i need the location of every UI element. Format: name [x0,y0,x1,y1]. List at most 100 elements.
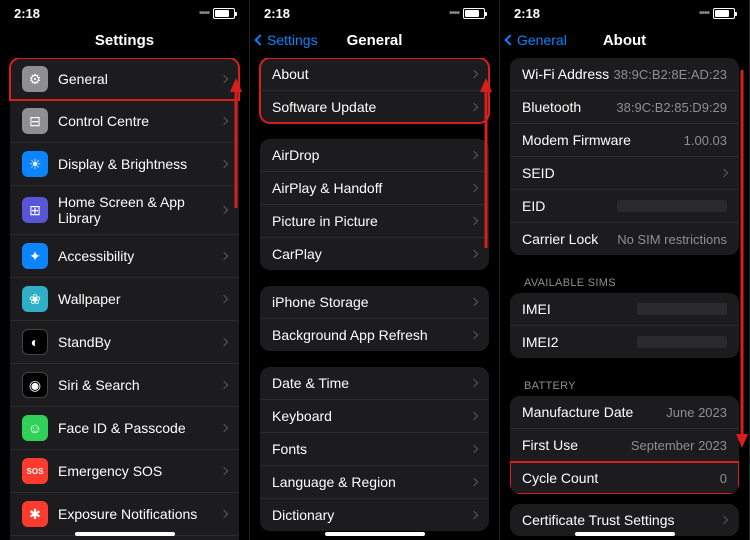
settings-group: ⊟ Control Centre ☀ Display & Brightness … [10,100,239,540]
chevron-right-icon [220,510,228,518]
battery-icon [713,8,735,19]
status-time: 2:18 [514,6,540,21]
chevron-right-icon [470,412,478,420]
row-bluetooth[interactable]: Bluetooth38:9C:B2:85:D9:29 [510,91,739,124]
row-modem[interactable]: Modem Firmware1.00.03 [510,124,739,157]
signal-icon: •••• [699,8,709,19]
faceid-icon: ☺ [22,415,48,441]
chevron-right-icon [220,295,228,303]
chevron-right-icon [470,298,478,306]
row-label: General [58,71,213,87]
row-carrier-lock[interactable]: Carrier LockNo SIM restrictions [510,223,739,255]
chevron-right-icon [220,117,228,125]
about-screen: 2:18 •••• General About Wi-Fi Address38:… [500,0,750,540]
page-title: About [603,32,646,49]
row-eid[interactable]: EID [510,190,739,223]
general-row-group: ⚙ General [10,58,239,100]
row-manufacture-date[interactable]: Manufacture DateJune 2023 [510,396,739,429]
settings-screen: 2:18 •••• Settings ⚙ General ⊟ Control C… [0,0,250,540]
row-faceid[interactable]: ☺ Face ID & Passcode [10,407,239,450]
row-display[interactable]: ☀ Display & Brightness [10,143,239,186]
chevron-right-icon [220,160,228,168]
general-screen: 2:18 •••• Settings General About Softwar… [250,0,500,540]
row-first-use[interactable]: First UseSeptember 2023 [510,429,739,462]
chevron-right-icon [220,206,228,214]
row-standby[interactable]: ◐ StandBy [10,321,239,364]
nav-bar: Settings General [250,22,499,58]
chevron-right-icon [470,103,478,111]
home-indicator[interactable] [75,532,175,536]
row-bg-refresh[interactable]: Background App Refresh [260,319,489,351]
row-fonts[interactable]: Fonts [260,433,489,466]
flower-icon: ❀ [22,286,48,312]
row-imei2[interactable]: IMEI2 [510,326,739,358]
row-pip[interactable]: Picture in Picture [260,205,489,238]
chevron-right-icon [470,511,478,519]
chevron-right-icon [470,184,478,192]
chevron-right-icon [470,217,478,225]
row-cycle-count[interactable]: Cycle Count0 [510,462,739,494]
status-time: 2:18 [14,6,40,21]
chevron-right-icon [470,478,478,486]
chevron-right-icon [220,467,228,475]
row-imei[interactable]: IMEI [510,293,739,326]
home-indicator[interactable] [575,532,675,536]
row-sos[interactable]: SOS Emergency SOS [10,450,239,493]
row-general[interactable]: ⚙ General [10,58,239,100]
row-home-screen[interactable]: ⊞ Home Screen & App Library [10,186,239,235]
chevron-right-icon [470,151,478,159]
chevron-right-icon [220,381,228,389]
status-bar: 2:18 •••• [500,0,749,22]
sos-icon: SOS [22,458,48,484]
row-wallpaper[interactable]: ❀ Wallpaper [10,278,239,321]
chevron-right-icon [220,252,228,260]
switches-icon: ⊟ [22,108,48,134]
row-airdrop[interactable]: AirDrop [260,139,489,172]
row-dictionary[interactable]: Dictionary [260,499,489,531]
row-battery[interactable]: ▮ Battery [10,536,239,540]
back-button[interactable]: Settings [256,32,318,48]
row-language[interactable]: Language & Region [260,466,489,499]
row-airplay[interactable]: AirPlay & Handoff [260,172,489,205]
row-siri[interactable]: ◉ Siri & Search [10,364,239,407]
page-title: Settings [95,32,154,49]
row-accessibility[interactable]: ✦ Accessibility [10,235,239,278]
status-time: 2:18 [264,6,290,21]
battery-icon [463,8,485,19]
row-carplay[interactable]: CarPlay [260,238,489,270]
row-keyboard[interactable]: Keyboard [260,400,489,433]
brightness-icon: ☀ [22,151,48,177]
chevron-right-icon [470,331,478,339]
row-storage[interactable]: iPhone Storage [260,286,489,319]
row-control-centre[interactable]: ⊟ Control Centre [10,100,239,143]
siri-icon: ◉ [22,372,48,398]
signal-icon: •••• [449,8,459,19]
battery-header: BATTERY [510,374,739,396]
row-wifi-address[interactable]: Wi-Fi Address38:9C:B2:8E:AD:23 [510,58,739,91]
chevron-right-icon [470,445,478,453]
row-software-update[interactable]: Software Update [260,91,489,123]
accessibility-icon: ✦ [22,243,48,269]
sims-header: AVAILABLE SIMS [510,271,739,293]
row-about[interactable]: About [260,58,489,91]
sims-group: IMEI IMEI2 [510,293,739,358]
clock-icon: ◐ [22,329,48,355]
chevron-right-icon [220,424,228,432]
page-title: General [347,32,403,49]
grid-icon: ⊞ [22,197,48,223]
chevron-right-icon [720,169,728,177]
home-indicator[interactable] [325,532,425,536]
signal-icon: •••• [199,8,209,19]
back-button[interactable]: General [506,32,567,48]
row-datetime[interactable]: Date & Time [260,367,489,400]
network-group: Wi-Fi Address38:9C:B2:8E:AD:23 Bluetooth… [510,58,739,255]
about-group: About Software Update [260,58,489,123]
battery-group: Manufacture DateJune 2023 First UseSepte… [510,396,739,494]
battery-icon [213,8,235,19]
row-exposure[interactable]: ✱ Exposure Notifications [10,493,239,536]
chevron-left-icon [254,34,265,45]
chevron-right-icon [470,379,478,387]
chevron-right-icon [220,338,228,346]
nav-bar: General About [500,22,749,58]
row-seid[interactable]: SEID [510,157,739,190]
